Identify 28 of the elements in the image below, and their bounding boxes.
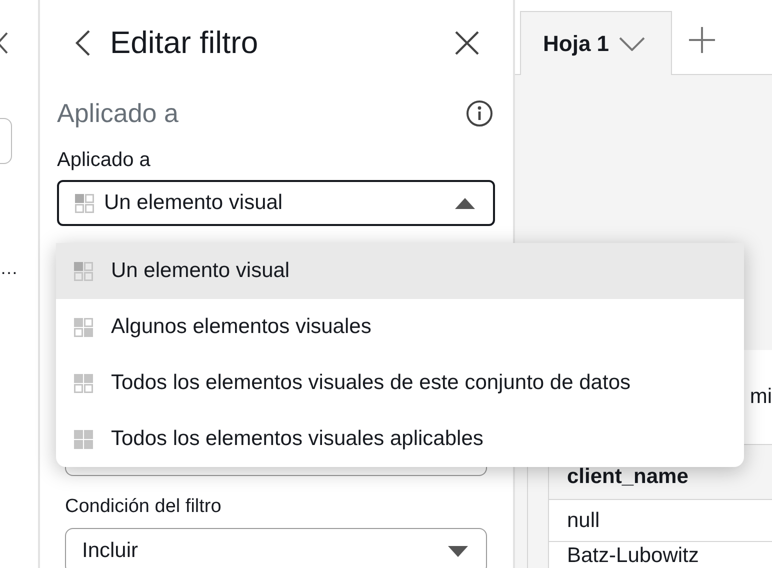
info-icon[interactable] (466, 100, 493, 127)
add-sheet-button[interactable] (688, 26, 716, 54)
caret-icon (455, 198, 475, 208)
menu-option[interactable]: Todos los elementos visuales aplicables (56, 411, 744, 467)
menu-option[interactable]: Todos los elementos visuales de este conjunto de datos (56, 355, 744, 411)
table-cell: mi (750, 385, 772, 409)
panel-title: Editar filtro (110, 25, 260, 61)
menu-option[interactable]: Un elemento visual (56, 243, 744, 299)
grid-icon (75, 194, 94, 212)
sheet-tab[interactable]: Hoja 1 (520, 11, 672, 75)
applied-to-select[interactable]: Un elemento visual (57, 180, 495, 226)
field-label: Condición del filtro (64, 495, 222, 519)
menu-option[interactable]: Algunos elementos visuales (56, 299, 744, 355)
section-heading: Aplicado a (57, 98, 178, 129)
close-button[interactable] (455, 31, 479, 55)
field-label: Aplicado a (56, 148, 152, 173)
caret-icon (448, 546, 468, 556)
condition-select[interactable]: Incluir (65, 528, 487, 568)
table-cell: Batz-Lubowitz (567, 544, 699, 568)
back-button[interactable] (74, 29, 92, 57)
more-text: … (0, 258, 18, 279)
grid-icon (74, 374, 93, 392)
column-header: client_name (567, 465, 688, 489)
chevron-down-icon[interactable] (619, 36, 646, 50)
grid-icon (74, 430, 93, 448)
table-cell: null (567, 508, 600, 532)
grid-icon (74, 318, 93, 336)
grid-icon (74, 262, 93, 280)
